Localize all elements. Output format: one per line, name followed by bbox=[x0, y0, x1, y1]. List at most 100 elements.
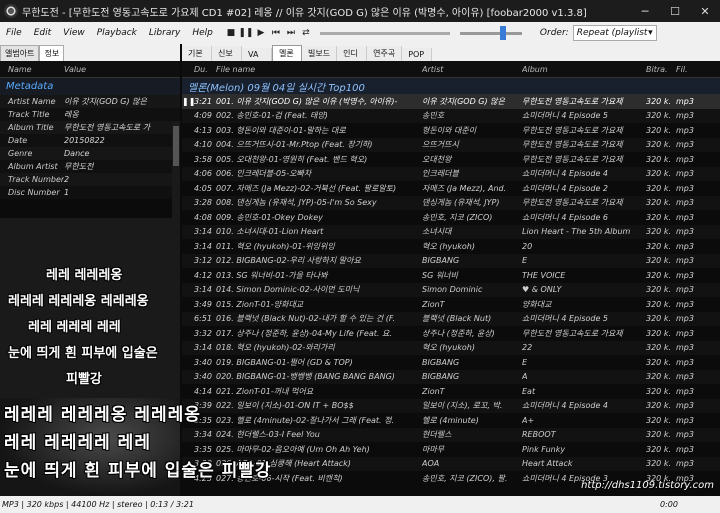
track-duration: 3:35 bbox=[194, 415, 212, 425]
menu-view[interactable]: View bbox=[57, 28, 91, 38]
menu-library[interactable]: Library bbox=[143, 28, 186, 38]
playlist-row[interactable]: 3:14 010. 소녀시대-01-Lion Heart 소녀시대 Lion Hear… bbox=[182, 224, 720, 239]
close-icon[interactable]: ✕ bbox=[690, 0, 720, 22]
playlist-row[interactable]: 3:30 026. AOA-01-심쿵해 (Heart Attack) AOA Hea… bbox=[182, 456, 720, 471]
playlist-row[interactable]: 3:14 011. 혁오 (hyukoh)-01-위잉위잉 혁오 (hyukoh) 2… bbox=[182, 239, 720, 254]
property-row[interactable]: Date 20150822 bbox=[0, 134, 180, 147]
artist-column-header[interactable]: Artist bbox=[422, 65, 522, 74]
playlist-row[interactable]: 3:40 019. BIGBANG-01-쩔어 (GD & TOP) BIGBANG… bbox=[182, 355, 720, 370]
playlist-row[interactable]: 4:09 002. 송민호-01-겁 (Feat. 태양) 송민호 쇼미더머니 4 E… bbox=[182, 108, 720, 123]
property-row[interactable]: Album Title 무한도전 영동고속도로 가 bbox=[0, 121, 180, 134]
tab-info[interactable]: 정보 bbox=[39, 45, 65, 61]
playlist-tab[interactable]: 신보 bbox=[212, 46, 242, 61]
playlist-row[interactable]: 6:51 016. 블랙넛 (Black Nut)-02-내가 할 수 있는 건 … bbox=[182, 311, 720, 326]
playlist-row[interactable]: 3:34 024. 현더렐스-03-I Feel You 현더렐스 REBOOT 320… bbox=[182, 427, 720, 442]
tab-album-art[interactable]: 앨범아트 bbox=[0, 45, 40, 61]
minimize-icon[interactable]: ─ bbox=[630, 0, 660, 22]
chevron-down-icon: ▾ bbox=[648, 28, 653, 38]
filetype-column-header[interactable]: Fil. bbox=[676, 65, 696, 74]
track-filename: 023. 헬로 (4minute)-02-잘나가서 그래 (Feat. 정. bbox=[216, 415, 395, 425]
playlist-row[interactable]: ❚❚3:21 001. 이유 갓지(GOD G) 않은 이유 (박명수, 아이유)… bbox=[182, 94, 720, 109]
track-bitrate: 320 k. bbox=[646, 328, 671, 338]
playlist-row[interactable]: 4:13 003. 형돈이와 대준이-01-말하는 대로 형돈이와 대준이 무한도전 … bbox=[182, 123, 720, 138]
track-duration: 3:21 bbox=[194, 96, 212, 106]
menu-file[interactable]: File bbox=[0, 28, 28, 38]
playlist-tab[interactable]: VA bbox=[242, 48, 272, 61]
album-column-header[interactable]: Album bbox=[522, 65, 646, 74]
track-duration: 3:30 bbox=[194, 459, 212, 469]
track-bitrate: 320 k. bbox=[646, 140, 671, 150]
track-filetype: mp3 bbox=[676, 96, 694, 106]
playlist-row[interactable]: 3:35 023. 헬로 (4minute)-02-잘나가서 그래 (Feat. … bbox=[182, 413, 720, 428]
playlist-row[interactable]: 4:08 009. 송민호-01-Okey Dokey 송민호, 지코 (ZICO)… bbox=[182, 210, 720, 225]
track-album: 22 bbox=[522, 343, 533, 353]
maximize-icon[interactable]: ☐ bbox=[660, 0, 690, 22]
property-row[interactable]: Track Number 2 bbox=[0, 173, 180, 186]
property-row[interactable]: Album Artist 무한도전 bbox=[0, 160, 180, 173]
track-duration: 3:34 bbox=[194, 430, 212, 440]
property-row[interactable]: Disc Number 1 bbox=[0, 186, 180, 199]
track-filetype: mp3 bbox=[676, 227, 694, 237]
playlist-row[interactable]: 3:12 012. BIGBANG-02-우리 사랑하지 말아요 BIGBANG E 3… bbox=[182, 253, 720, 268]
playlist-tab[interactable]: 빌보드 bbox=[302, 46, 338, 61]
track-album: 쇼미더머니 4 Episode 5 bbox=[522, 314, 609, 324]
seek-bar[interactable] bbox=[319, 31, 450, 35]
playlist-row[interactable]: 3:14 014. Simon Dominic-02-사이먼 도미닉 Simon D… bbox=[182, 282, 720, 297]
play-icon[interactable]: ▶ bbox=[255, 27, 267, 39]
order-dropdown[interactable]: Repeat (playlist ▾ bbox=[572, 25, 657, 41]
track-album: 무한도전 영동고속도로 가요제 bbox=[522, 198, 623, 208]
playlist-row[interactable]: 3:40 020. BIGBANG-01-뱅뱅뱅 (BANG BANG BANG)… bbox=[182, 369, 720, 384]
playlist-row[interactable]: 4:05 007. 자메즈 (Ja Mezz)-02-거북선 (Feat. 팔로알… bbox=[182, 181, 720, 196]
scrollbar-thumb[interactable] bbox=[173, 126, 179, 166]
status-bar: MP3 | 320 kbps | 44100 Hz | stereo | 0:1… bbox=[0, 496, 720, 513]
name-column-header[interactable]: Name bbox=[0, 65, 64, 74]
track-filename: 004. 으뜨거뜨시-01-Mr.Ptop (Feat. 장기하) bbox=[216, 140, 373, 150]
playlist-row[interactable]: 4:14 021. ZionT-01-꺼내 먹어요 ZionT Eat 320 k. mp… bbox=[182, 384, 720, 399]
playlist-row[interactable]: 3:35 025. 마마무-02-음오아예 (Um Oh Ah Yeh) 마마무 Pi… bbox=[182, 442, 720, 457]
track-duration: 3:14 bbox=[194, 343, 212, 353]
duration-column-header[interactable]: Du. bbox=[194, 65, 216, 74]
track-artist: 이유 갓지(GOD G) 않은 bbox=[422, 96, 505, 106]
playlist-tab[interactable]: POP bbox=[402, 48, 433, 61]
menu-playback[interactable]: Playback bbox=[91, 28, 143, 38]
playlist-tab[interactable]: 인디 bbox=[337, 46, 368, 61]
pause-icon: ❚❚ bbox=[182, 96, 194, 106]
value-column-header[interactable]: Value bbox=[64, 65, 86, 74]
playlist-row[interactable]: 3:39 022. 일보이 (지소)-01-ON IT + BO$$ 일보이 (지소… bbox=[182, 398, 720, 413]
stop-icon[interactable]: ■ bbox=[225, 27, 237, 39]
volume-slider[interactable] bbox=[459, 25, 522, 40]
playlist-row[interactable]: 4:12 013. SG 워너비-01-가을 타나봐 SG 워너비 THE VOICE… bbox=[182, 268, 720, 283]
random-icon[interactable]: ⇄ bbox=[300, 27, 312, 39]
track-artist: 마마무 bbox=[422, 444, 445, 454]
playlist-tab[interactable]: 연주곡 bbox=[367, 46, 403, 61]
properties-header: Name Value bbox=[0, 61, 180, 78]
foobar-app-icon bbox=[4, 4, 18, 18]
menu-help[interactable]: Help bbox=[186, 28, 219, 38]
volume-knob[interactable] bbox=[499, 25, 506, 40]
bitrate-column-header[interactable]: Bitra. bbox=[646, 65, 676, 74]
track-artist: BIGBANG bbox=[422, 372, 460, 382]
playlist-row[interactable]: 3:32 017. 상주나 (정준하, 윤상)-04-My Life (Feat.… bbox=[182, 326, 720, 341]
playlist-tab[interactable]: 멜론 bbox=[272, 45, 302, 61]
menu-edit[interactable]: Edit bbox=[28, 28, 57, 38]
track-duration: 4:14 bbox=[194, 386, 212, 396]
playlist-row[interactable]: 3:28 008. 댄싱게놈 (유재석, JYP)-05-I'm So Sexy 댄… bbox=[182, 195, 720, 210]
filename-column-header[interactable]: File name bbox=[216, 65, 422, 74]
track-bitrate: 320 k. bbox=[646, 444, 671, 454]
playlist-row[interactable]: 4:06 006. 인크레더블-05-오빠차 인크레더블 쇼미더머니 4 Episod… bbox=[182, 166, 720, 181]
playlist-tab[interactable]: 기본 bbox=[182, 46, 212, 61]
playlist-row[interactable]: 3:14 018. 혁오 (hyukoh)-02-와리가리 혁오 (hyukoh) 2… bbox=[182, 340, 720, 355]
pause-icon[interactable]: ❚❚ bbox=[238, 27, 253, 39]
previous-icon[interactable]: ⏮ bbox=[270, 27, 282, 39]
playlist-row[interactable]: 3:49 015. ZionT-01-양화대교 ZionT 양화대교 320 k. mp3 bbox=[182, 297, 720, 312]
property-row[interactable]: Track Title 레옹 bbox=[0, 108, 180, 121]
playlist-row[interactable]: 4:10 004. 으뜨거뜨시-01-Mr.Ptop (Feat. 장기하) 으뜨거… bbox=[182, 137, 720, 152]
playlist-column-headers: Du. File name Artist Album Bitra. Fil. bbox=[182, 61, 720, 78]
property-row[interactable]: Artist Name 이유 갓지(GOD G) 않은 bbox=[0, 95, 180, 108]
property-row[interactable]: Genre Dance bbox=[0, 147, 180, 160]
playlist-row[interactable]: 3:58 005. 오대천왕-01-영원히 (Feat. 밴드 혁오) 오대천왕 무한… bbox=[182, 152, 720, 167]
next-icon[interactable]: ⏭ bbox=[285, 27, 297, 39]
track-duration: 3:32 bbox=[194, 328, 212, 338]
order-label: Order: bbox=[539, 28, 569, 38]
property-key: Date bbox=[8, 136, 28, 145]
